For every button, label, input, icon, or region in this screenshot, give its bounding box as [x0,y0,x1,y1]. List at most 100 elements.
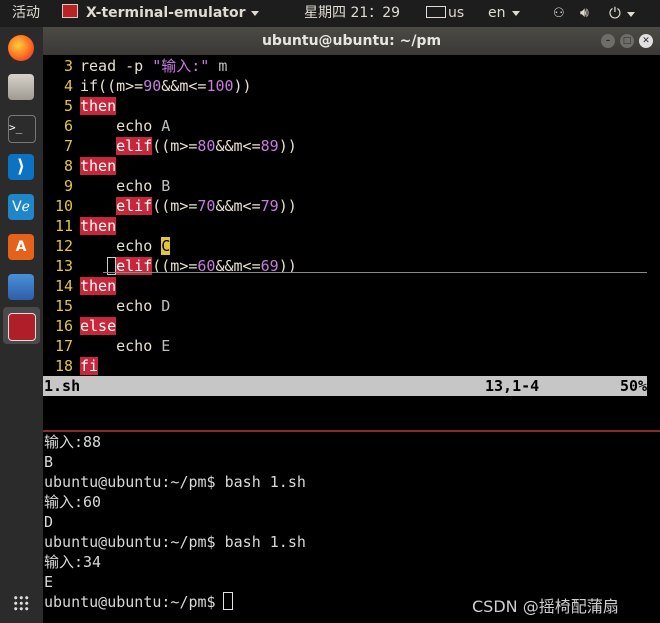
activities-button[interactable]: 活动 [12,0,40,27]
code-token: echo [80,177,162,195]
status-scroll-percent: 50% [620,377,648,395]
minimize-icon[interactable]: – [601,34,615,48]
code-token: echo [80,337,162,355]
vnc-viewer-icon[interactable]: Vℯ [8,194,34,220]
line-number: 10 [54,197,73,215]
code-token: echo [80,237,162,255]
code-token: echo [80,297,162,315]
code-token: then [80,157,117,175]
output-line: E [44,573,54,591]
line-number: 15 [54,297,73,315]
pane-divider [43,430,660,432]
output-line: ubuntu@ubuntu:~/pm$ bash 1.sh [44,473,306,491]
line-number: 11 [54,217,73,235]
language-menu[interactable]: en [488,0,520,27]
code-token: elif [116,197,153,215]
code-token: then [80,217,117,235]
close-icon[interactable]: ✕ [639,34,653,48]
output-line: 输入:60 [44,493,102,511]
shell-cursor [223,592,233,610]
keyboard-icon [426,6,446,18]
line-code: echo D [80,296,170,316]
line-code: echo A [80,116,170,136]
code-token: fi [80,357,99,375]
code-token: ((m>= [152,197,198,215]
dock: >_ ⟩ Vℯ A [0,27,43,623]
line-code: elif((m>=70&&m<=79)) [80,196,297,216]
line-number: 4 [63,77,73,95]
power-menu[interactable]: ⏻ [609,0,635,27]
status-filename: 1.sh [44,377,81,395]
line-code: else [80,316,117,336]
software-store-icon[interactable]: A [8,234,34,260]
code-token: B [161,177,171,195]
output-line: 输入:34 [44,553,102,571]
line-code: echo C [80,236,171,256]
volume-icon[interactable]: 🔊︎ [580,0,589,27]
line-number: 5 [63,97,73,115]
network-icon[interactable]: ⚇ [553,0,569,27]
code-token: C [161,237,171,255]
code-token: &&m<= [215,137,261,155]
code-token: 89 [260,137,279,155]
line-number: 18 [54,357,73,375]
line-code: elif((m>=80&&m<=89)) [80,136,297,156]
terminal-icon[interactable]: >_ [8,115,36,143]
code-token: &&m<= [215,197,261,215]
code-token: if((m>= [80,77,144,95]
keyboard-indicator[interactable]: us [426,0,464,27]
line-number: 7 [63,137,73,155]
code-token: 79 [260,197,279,215]
line-code: echo E [80,336,170,356]
x-terminal-emulator-icon[interactable] [8,313,36,341]
line-code: fi [80,356,99,376]
output-line: D [44,513,54,531]
code-token: A [161,117,171,135]
line-number: 13 [54,257,73,275]
code-token: 70 [197,197,216,215]
code-token: )) [278,197,297,215]
line-code: read -p "输入:" m [80,56,227,76]
code-token: D [161,297,171,315]
cursor-line-underline [103,272,647,273]
firefox-icon[interactable] [8,35,34,61]
terminal-area[interactable]: 3 read -p "输入:" m 4 if((m>=90&&m<=100)) 5 the… [43,55,660,623]
chevron-down-icon [626,11,635,17]
app-menu[interactable]: X-terminal-emulator [62,0,260,27]
output-line: ubuntu@ubuntu:~/pm$ bash 1.sh [44,533,306,551]
line-code: echo B [80,176,170,196]
code-token: ((m>= [152,137,198,155]
vim-statusline: 1.sh 13,1-4 50% [43,376,647,396]
chevron-down-icon [251,10,260,16]
network-settings-icon[interactable] [8,274,34,300]
code-token: elif [116,137,153,155]
line-code: then [80,216,117,236]
code-token: then [80,97,117,115]
vscode-icon[interactable]: ⟩ [8,154,34,180]
clock[interactable]: 星期四 21：29 [304,0,400,27]
line-number: 9 [63,177,73,195]
power-icon: ⏻ [609,4,621,22]
show-applications-icon[interactable] [13,595,29,611]
code-token: )) [233,77,252,95]
maximize-icon[interactable]: □ [620,34,634,48]
line-number: 16 [54,317,73,335]
code-token: then [80,277,117,295]
window-title: ubuntu@ubuntu: ~/pm [261,33,442,49]
window-titlebar[interactable]: ubuntu@ubuntu: ~/pm – □ ✕ [43,27,660,55]
code-token: 90 [143,77,162,95]
code-token: 80 [197,137,216,155]
line-number: 12 [54,237,73,255]
line-number: 8 [63,157,73,175]
line-code: then [80,276,117,296]
files-icon[interactable] [8,74,34,100]
code-token: E [161,337,171,355]
language-label: en [488,5,506,21]
app-menu-label: X-terminal-emulator [86,5,246,21]
output-line: ubuntu@ubuntu:~/pm$ [44,593,225,611]
line-code: then [80,96,117,116]
top-panel: 活动 X-terminal-emulator 星期四 21：29 us en ⚇… [0,0,660,27]
code-token: &&m<= [161,77,207,95]
